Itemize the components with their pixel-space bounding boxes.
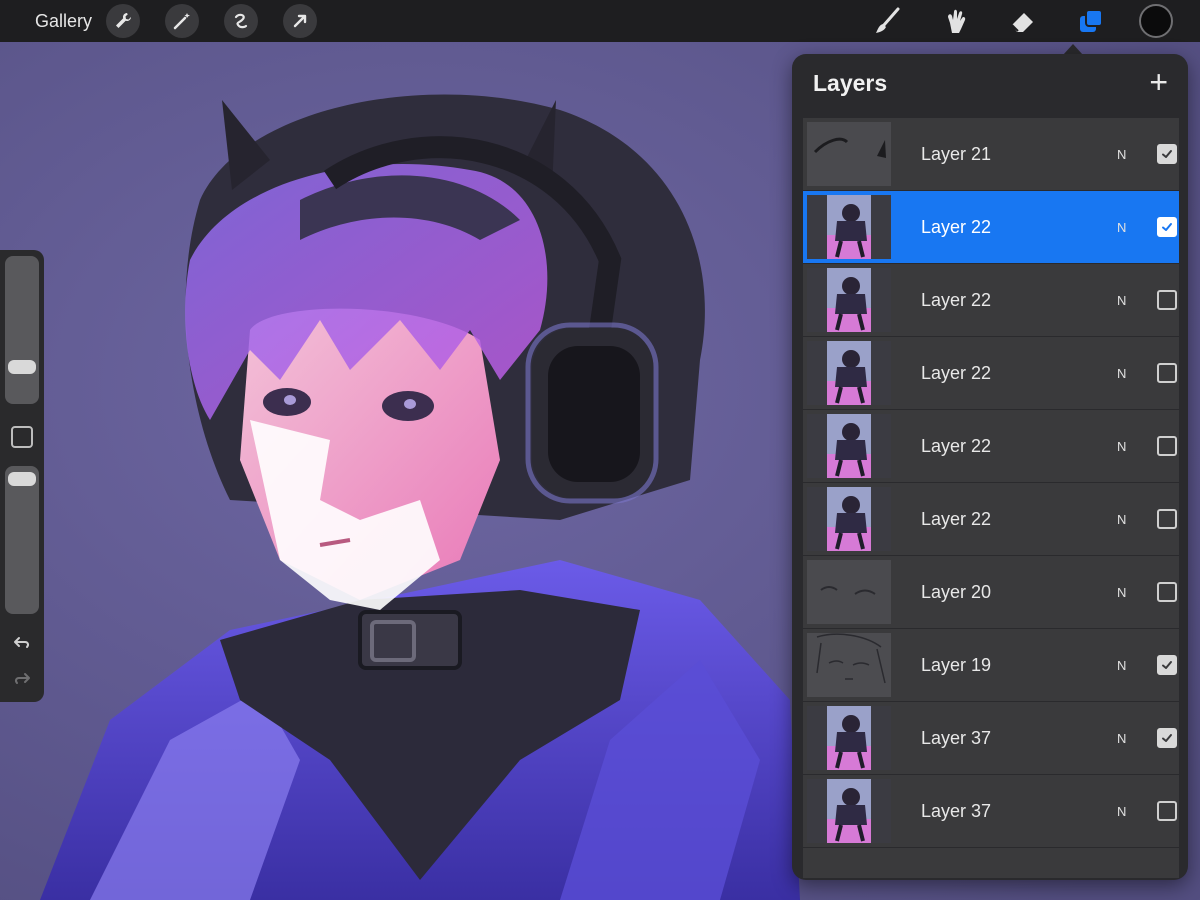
layer-thumbnail[interactable] [807,487,891,551]
blend-mode-button[interactable]: N [1117,220,1151,235]
layer-name: Layer 37 [921,727,992,748]
layer-thumbnail[interactable] [807,706,891,770]
top-toolbar: Gallery [0,0,1200,42]
layer-name: Layer 21 [921,143,992,164]
brush-size-slider[interactable] [5,256,39,404]
opacity-slider[interactable] [5,466,39,614]
brush-size-slider-thumb[interactable] [8,360,36,374]
brush-icon[interactable] [867,0,907,42]
layer-list: Layer 21 N Layer 22 N Layer 22 N Layer 22 N Laye… [803,118,1179,878]
blend-mode-button[interactable]: N [1117,731,1151,746]
blend-mode-button[interactable]: N [1117,658,1151,673]
layer-row[interactable]: Layer 37 N [803,702,1179,774]
magic-wand-icon[interactable] [165,4,200,38]
blend-mode-button[interactable]: N [1117,147,1151,162]
redo-icon[interactable] [11,668,33,690]
visibility-checkbox[interactable] [1157,509,1177,529]
layer-name: Layer 22 [921,508,992,529]
visibility-checkbox[interactable] [1157,582,1177,602]
layer-row[interactable]: Layer 19 N [803,629,1179,701]
layer-row-partial[interactable] [803,848,1179,878]
layer-row[interactable]: Layer 22 N [803,410,1179,482]
visibility-checkbox[interactable] [1157,801,1177,821]
blend-mode-button[interactable]: N [1117,439,1151,454]
blend-mode-button[interactable]: N [1117,366,1151,381]
layer-row[interactable]: Layer 22 N [803,191,1179,263]
layer-name: Layer 22 [921,289,992,310]
layer-row[interactable]: Layer 37 N [803,775,1179,847]
layer-name: Layer 22 [921,216,992,237]
layer-thumbnail[interactable] [807,779,891,843]
layer-thumbnail[interactable] [807,414,891,478]
selection-icon[interactable] [224,4,259,38]
layer-name: Layer 22 [921,362,992,383]
layer-thumbnail[interactable] [807,268,891,332]
color-picker-button[interactable] [1139,4,1173,38]
visibility-checkbox[interactable] [1157,655,1177,675]
layer-row[interactable]: Layer 20 N [803,556,1179,628]
layer-thumbnail[interactable] [807,122,891,186]
left-sidebar [0,250,44,702]
visibility-checkbox[interactable] [1157,436,1177,456]
blend-mode-button[interactable]: N [1117,804,1151,819]
layer-thumbnail[interactable] [807,341,891,405]
visibility-checkbox[interactable] [1157,290,1177,310]
visibility-checkbox[interactable] [1157,728,1177,748]
layer-name: Layer 19 [921,654,992,675]
blend-mode-button[interactable]: N [1117,585,1151,600]
opacity-slider-thumb[interactable] [8,472,36,486]
blend-mode-button[interactable]: N [1117,293,1151,308]
eraser-icon[interactable] [1003,0,1043,42]
layer-row[interactable]: Layer 22 N [803,264,1179,336]
layer-thumbnail[interactable] [807,195,891,259]
visibility-checkbox[interactable] [1157,217,1177,237]
layer-row[interactable]: Layer 22 N [803,483,1179,555]
plus-icon[interactable]: + [1149,66,1168,98]
layer-name: Layer 20 [921,581,992,602]
layer-name: Layer 22 [921,435,992,456]
layer-name: Layer 37 [921,800,992,821]
layers-panel: Layers + Layer 21 N Layer 22 N Layer 22 N Laye… [792,54,1188,880]
layers-icon[interactable] [1071,0,1111,42]
modify-button[interactable] [11,426,33,448]
undo-icon[interactable] [11,632,33,654]
visibility-checkbox[interactable] [1157,363,1177,383]
gallery-button[interactable]: Gallery [35,11,92,32]
layer-thumbnail[interactable] [807,633,891,697]
blend-mode-button[interactable]: N [1117,512,1151,527]
layer-thumbnail[interactable] [807,560,891,624]
smudge-icon[interactable] [935,0,975,42]
layer-row[interactable]: Layer 22 N [803,337,1179,409]
transform-arrow-icon[interactable] [283,4,318,38]
panel-title: Layers [813,70,888,96]
visibility-checkbox[interactable] [1157,144,1177,164]
wrench-icon[interactable] [106,4,141,38]
layer-row[interactable]: Layer 21 N [803,118,1179,190]
